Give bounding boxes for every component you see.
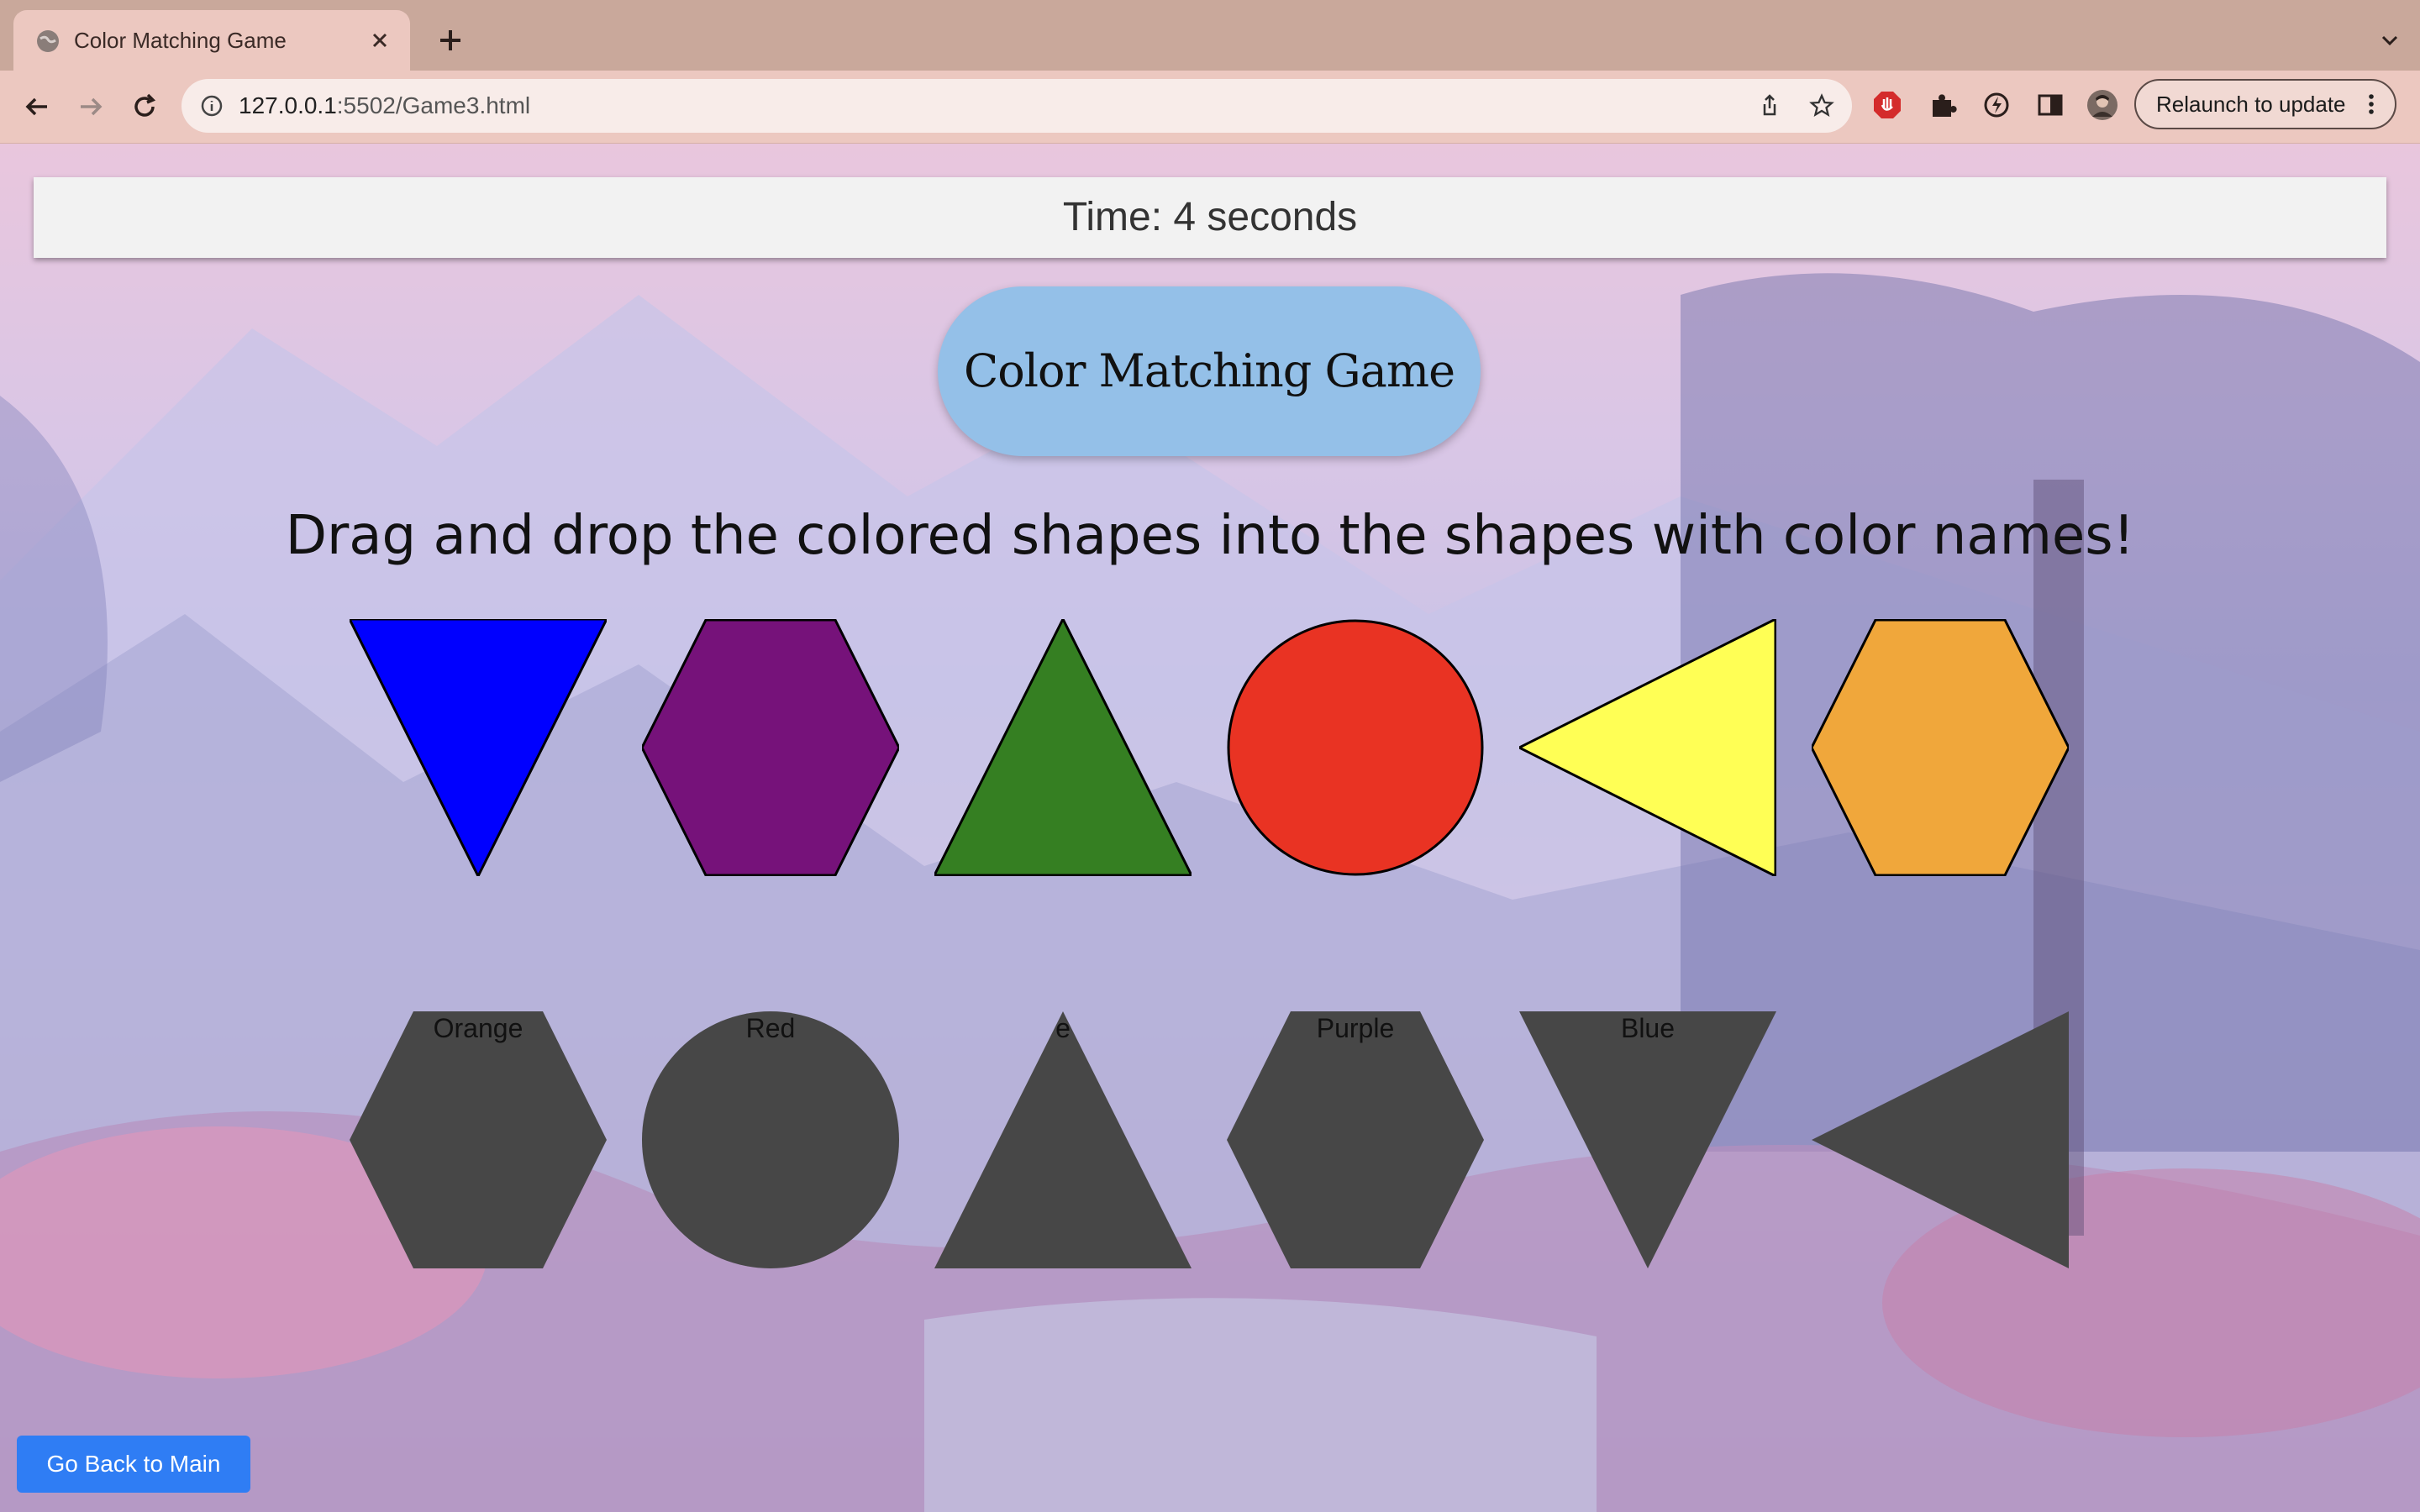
extensions-puzzle-icon[interactable] (1926, 88, 1960, 122)
slot-label: e (1055, 1013, 1071, 1043)
draggable-shape-hexagon[interactable] (1812, 619, 2069, 876)
tab-title: Color Matching Game (74, 28, 287, 53)
forward-arrow-icon[interactable] (72, 88, 109, 125)
active-tab[interactable]: Color Matching Game (13, 10, 410, 71)
url-host: 127.0.0.1 (239, 92, 337, 118)
new-tab-icon[interactable] (434, 24, 467, 57)
draggable-shape-triangle-up[interactable] (934, 619, 1192, 876)
close-icon[interactable] (365, 25, 395, 55)
info-icon[interactable] (200, 94, 224, 118)
draggable-shape-circle[interactable] (1227, 619, 1484, 876)
share-icon[interactable] (1756, 92, 1783, 119)
game-title: Color Matching Game (963, 344, 1455, 397)
url-path: :5502/Game3.html (336, 92, 531, 118)
game-title-banner: Color Matching Game (938, 286, 1481, 456)
globe-icon (37, 30, 59, 52)
more-options-icon[interactable] (2360, 91, 2383, 118)
drop-slot-circle[interactable]: Red (642, 1011, 899, 1268)
profile-avatar[interactable] (2086, 88, 2119, 122)
back-arrow-icon[interactable] (18, 88, 55, 125)
relaunch-label: Relaunch to update (2156, 92, 2346, 117)
performance-icon[interactable] (1980, 88, 2013, 122)
timer-text: Time: 4 seconds (1062, 195, 1358, 239)
address-bar[interactable]: 127.0.0.1:5502/Game3.html (182, 79, 1852, 133)
slot-label: Purple (1316, 1013, 1395, 1043)
side-panel-icon[interactable] (2033, 88, 2067, 122)
drop-slot-triangle-left[interactable] (1812, 1011, 2069, 1268)
game-page: Time: 4 seconds Color Matching Game Drag… (0, 144, 2420, 1512)
url-text: 127.0.0.1:5502/Game3.html (239, 79, 530, 133)
slot-label: Blue (1620, 1013, 1676, 1043)
draggable-shape-triangle-left[interactable] (1519, 619, 1776, 876)
back-button-label: Go Back to Main (46, 1451, 221, 1477)
browser-toolbar: 127.0.0.1:5502/Game3.html Relaunch to up… (0, 71, 2420, 144)
drop-slot-hexagon[interactable]: Purple (1227, 1011, 1484, 1268)
drop-slot-triangle-down[interactable]: Blue (1519, 1011, 1776, 1268)
draggable-shape-triangle-down[interactable] (350, 619, 607, 876)
chevron-down-icon[interactable] (2376, 27, 2403, 54)
slot-label: Red (745, 1013, 796, 1043)
drop-slot-hexagon[interactable]: Orange (350, 1011, 607, 1268)
slot-label: Orange (433, 1013, 523, 1043)
adblock-extension-icon[interactable] (1870, 88, 1904, 122)
bookmark-star-icon[interactable] (1808, 92, 1835, 119)
draggable-shape-hexagon[interactable] (642, 619, 899, 876)
relaunch-button[interactable]: Relaunch to update (2134, 79, 2396, 129)
instructions-text: Drag and drop the colored shapes into th… (285, 505, 2135, 567)
reload-icon[interactable] (126, 88, 163, 125)
tab-strip: Color Matching Game (0, 0, 2420, 71)
drop-slot-triangle-up[interactable]: e (934, 1011, 1192, 1268)
timer-bar: Time: 4 seconds (34, 177, 2386, 258)
go-back-to-main-button[interactable]: Go Back to Main (17, 1436, 250, 1493)
